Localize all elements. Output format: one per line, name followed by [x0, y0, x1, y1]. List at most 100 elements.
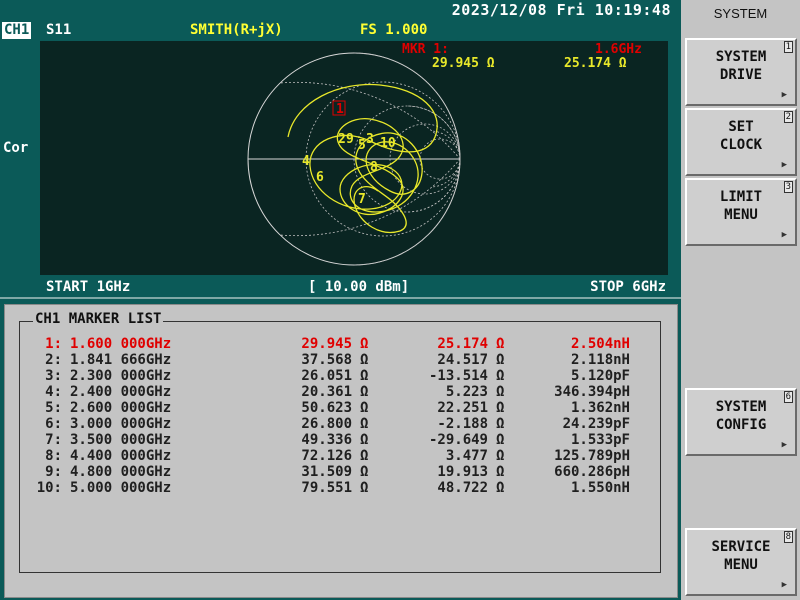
sweep-footer: START 1GHz [ 10.00 dBm] STOP 6GHz [40, 277, 668, 297]
date-time: 2023/12/08 Fri 10:19:48 [451, 1, 671, 19]
ohm-unit: Ω [360, 352, 369, 368]
marker-reactance: -2.188 [437, 416, 488, 432]
marker-list-row[interactable]: 8: 4.400 000GHz 72.126 Ω 3.477 Ω 125.789pH [20, 448, 660, 464]
channel-label[interactable]: CH1 [2, 22, 32, 39]
top-status-bar: 2023/12/08 Fri 10:19:48 [0, 0, 681, 22]
marker-frequency: 3.000 000GHz [70, 416, 172, 432]
ohm-unit: Ω [360, 448, 369, 464]
ohm-unit: Ω [360, 464, 369, 480]
softkey-label: SERVICE MENU [711, 539, 771, 573]
ohm-unit: Ω [496, 464, 505, 480]
marker-list-group: 1: 1.600 000GHz 29.945 Ω 25.174 Ω 2.504nH 2: 1.8… [19, 321, 661, 573]
marker-2-label: 2 [338, 132, 346, 147]
format-label[interactable]: SMITH(R+jX) [190, 22, 283, 39]
marker-4-label: 4 [302, 154, 310, 169]
marker-list-row[interactable]: 7: 3.500 000GHz 49.336 Ω -29.649 Ω 1.533pF [20, 432, 660, 448]
ohm-unit: Ω [496, 416, 505, 432]
marker-readout-resistance: 29.945 Ω [432, 56, 495, 71]
full-scale-label[interactable]: FS 1.000 [360, 22, 427, 39]
system-config-button[interactable]: 6 SYSTEM CONFIG ▶ [685, 388, 797, 456]
arrow-right-icon: ▶ [781, 160, 787, 170]
marker-readout-label: MKR 1: [402, 42, 449, 57]
correction-indicator: Cor [3, 140, 29, 156]
marker-9-label: 9 [346, 132, 354, 147]
stop-frequency[interactable]: STOP 6GHz [590, 279, 666, 295]
parameter-label[interactable]: S11 [46, 22, 71, 39]
marker-index: 1: [45, 336, 62, 352]
softkey-sidebar: SYSTEM 1 SYSTEM DRIVE ▶ 2 SET CLOCK ▶ 3 … [681, 0, 800, 600]
marker-index: 9: [45, 464, 62, 480]
marker-index: 8: [45, 448, 62, 464]
ohm-unit: Ω [496, 352, 505, 368]
trace-header: CH1 S11 SMITH(R+jX) FS 1.000 [0, 22, 681, 40]
arrow-right-icon: ▶ [781, 440, 787, 450]
marker-equivalent-lc: 660.286pH [554, 464, 630, 480]
softkey-menu-title: SYSTEM [713, 6, 768, 21]
marker-equivalent-lc: 1.533pF [570, 432, 630, 448]
marker-reactance: 22.251 [437, 400, 488, 416]
marker-10-label: 10 [380, 136, 396, 151]
panel-divider [0, 297, 681, 299]
marker-reactance: 19.913 [437, 464, 488, 480]
marker-frequency: 4.400 000GHz [70, 448, 172, 464]
start-frequency[interactable]: START 1GHz [46, 279, 130, 295]
set-clock-button[interactable]: 2 SET CLOCK ▶ [685, 108, 797, 176]
marker-list-row[interactable]: 9: 4.800 000GHz 31.509 Ω 19.913 Ω 660.286pH [20, 464, 660, 480]
ohm-unit: Ω [360, 480, 369, 496]
marker-readout-reactance: 25.174 Ω [564, 56, 627, 71]
marker-equivalent-lc: 1.362nH [570, 400, 630, 416]
marker-frequency: 2.400 000GHz [70, 384, 172, 400]
marker-frequency: 2.300 000GHz [70, 368, 172, 384]
ohm-unit: Ω [360, 416, 369, 432]
marker-resistance: 26.800 [301, 416, 352, 432]
marker-index: 5: [45, 400, 62, 416]
ohm-unit: Ω [496, 432, 505, 448]
marker-equivalent-lc: 5.120pF [570, 368, 630, 384]
source-power[interactable]: [ 10.00 dBm] [308, 279, 409, 295]
marker-7-label: 7 [358, 192, 366, 207]
system-drive-button[interactable]: 1 SYSTEM DRIVE ▶ [685, 38, 797, 106]
smith-x-arc-8 [431, 158, 461, 188]
softkey-label: SYSTEM DRIVE [715, 49, 767, 83]
ohm-unit: Ω [496, 336, 505, 352]
smith-chart-display[interactable]: 2 3 4 5 6 7 8 9 10 1 MKR 1: 1.6GHz 29.94… [40, 41, 668, 275]
marker-list-row[interactable]: 4: 2.400 000GHz 20.361 Ω 5.223 Ω 346.394pH [20, 384, 660, 400]
limit-menu-button[interactable]: 3 LIMIT MENU ▶ [685, 178, 797, 246]
marker-equivalent-lc: 125.789pH [554, 448, 630, 464]
marker-index: 4: [45, 384, 62, 400]
service-menu-button[interactable]: 8 SERVICE MENU ▶ [685, 528, 797, 596]
marker-frequency: 1.600 000GHz [70, 336, 172, 352]
marker-resistance: 49.336 [301, 432, 352, 448]
ohm-unit: Ω [496, 480, 505, 496]
marker-reactance: 24.517 [437, 352, 488, 368]
marker-readout-freq: 1.6GHz [595, 42, 642, 57]
marker-list-row[interactable]: 3: 2.300 000GHz 26.051 Ω -13.514 Ω 5.120pF [20, 368, 660, 384]
marker-resistance: 50.623 [301, 400, 352, 416]
marker-equivalent-lc: 346.394pH [554, 384, 630, 400]
marker-list-row[interactable]: 10: 5.000 000GHz 79.551 Ω 48.722 Ω 1.550nH [20, 480, 660, 496]
marker-equivalent-lc: 24.239pF [562, 416, 630, 432]
softkey-label: SYSTEM CONFIG [715, 399, 767, 433]
marker-list-area: 1: 1.600 000GHz 29.945 Ω 25.174 Ω 2.504nH 2: 1.8… [0, 300, 681, 600]
smith-chart: 2 3 4 5 6 7 8 9 10 1 MKR 1: 1.6GHz 29.94… [247, 42, 642, 266]
marker-6-label: 6 [316, 170, 324, 185]
marker-list-row[interactable]: 1: 1.600 000GHz 29.945 Ω 25.174 Ω 2.504nH [20, 336, 660, 352]
arrow-right-icon: ▶ [781, 230, 787, 240]
ohm-unit: Ω [496, 384, 505, 400]
marker-resistance: 26.051 [301, 368, 352, 384]
marker-equivalent-lc: 2.504nH [570, 336, 630, 352]
marker-list-row[interactable]: 2: 1.841 666GHz 37.568 Ω 24.517 Ω 2.118nH [20, 352, 660, 368]
softkey-label: SET CLOCK [719, 119, 763, 153]
marker-list-title: CH1 MARKER LIST [33, 311, 164, 327]
marker-reactance: 25.174 [437, 336, 488, 352]
marker-list-row[interactable]: 6: 3.000 000GHz 26.800 Ω -2.188 Ω 24.239pF [20, 416, 660, 432]
softkey-label: LIMIT MENU [719, 189, 763, 223]
marker-list-row[interactable]: 5: 2.600 000GHz 50.623 Ω 22.251 Ω 1.362nH [20, 400, 660, 416]
measurement-area: CH1 S11 SMITH(R+jX) FS 1.000 Cor 2 3 4 5… [0, 22, 681, 600]
marker-frequency: 5.000 000GHz [70, 480, 172, 496]
marker-reactance: -29.649 [428, 432, 488, 448]
marker-equivalent-lc: 2.118nH [570, 352, 630, 368]
marker-frequency: 3.500 000GHz [70, 432, 172, 448]
marker-resistance: 29.945 [301, 336, 352, 352]
marker-reactance: -13.514 [428, 368, 488, 384]
